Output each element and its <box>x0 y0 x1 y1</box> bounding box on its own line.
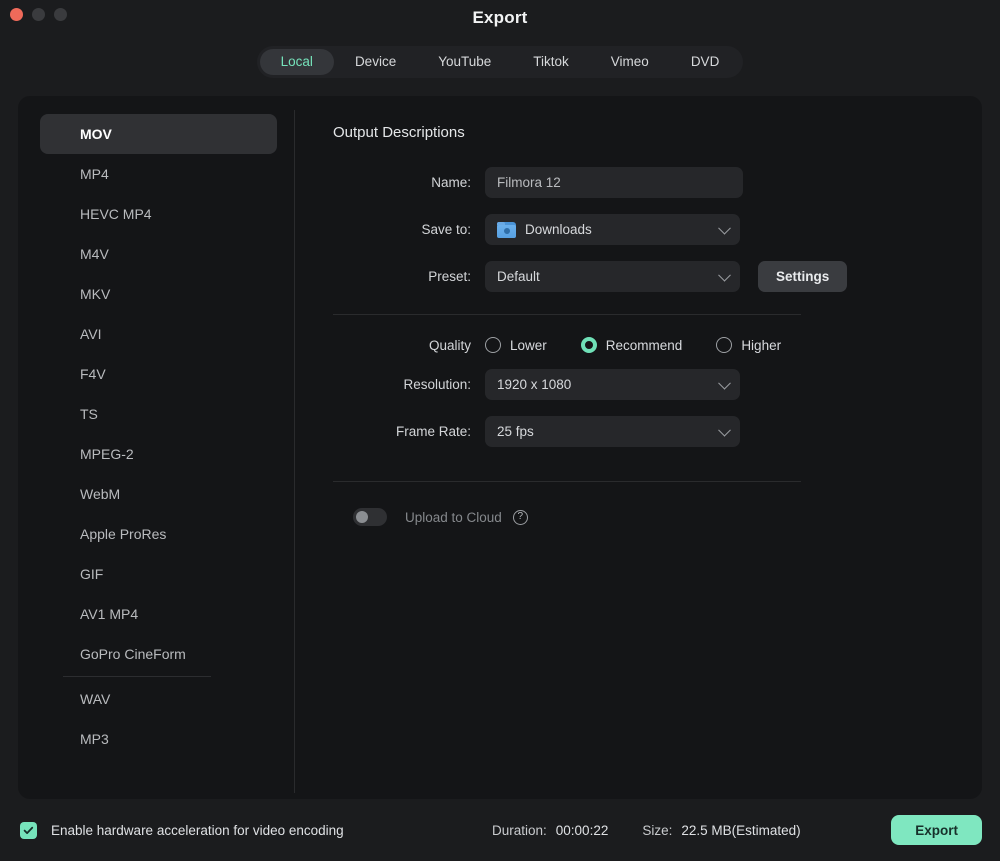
format-list: MOVMP4HEVC MP4M4VMKVAVIF4VTSMPEG-2WebMAp… <box>18 96 295 799</box>
format-item-gif[interactable]: GIF <box>40 554 277 594</box>
label-frame-rate: Frame Rate: <box>333 424 485 439</box>
label-quality: Quality <box>333 338 485 353</box>
radio-icon <box>716 337 732 353</box>
row-preset: Preset: Default Settings <box>333 261 982 292</box>
folder-icon <box>497 222 516 238</box>
format-item-mp4[interactable]: MP4 <box>40 154 277 194</box>
label-upload-to-cloud: Upload to Cloud <box>405 510 502 525</box>
traffic-light-controls <box>10 8 67 21</box>
duration-stat: Duration: 00:00:22 <box>492 823 608 838</box>
format-list-separator <box>63 676 211 677</box>
format-item-mov[interactable]: MOV <box>40 114 277 154</box>
format-item-ts[interactable]: TS <box>40 394 277 434</box>
titlebar: Export <box>0 0 1000 36</box>
preset-select[interactable]: Default <box>485 261 740 292</box>
duration-value: 00:00:22 <box>556 823 609 838</box>
resolution-value: 1920 x 1080 <box>497 377 571 392</box>
upload-to-cloud-toggle[interactable] <box>353 508 387 526</box>
format-item-m4v[interactable]: M4V <box>40 234 277 274</box>
name-input[interactable]: Filmora 12 <box>485 167 743 198</box>
resolution-select[interactable]: 1920 x 1080 <box>485 369 740 400</box>
label-name: Name: <box>333 175 485 190</box>
size-stat: Size: 22.5 MB(Estimated) <box>642 823 800 838</box>
duration-label: Duration: <box>492 823 547 838</box>
frame-rate-select[interactable]: 25 fps <box>485 416 740 447</box>
format-item-gopro-cineform[interactable]: GoPro CineForm <box>40 634 277 674</box>
section-title-output-descriptions: Output Descriptions <box>333 124 982 141</box>
chevron-down-icon <box>718 268 731 281</box>
chevron-down-icon <box>718 423 731 436</box>
window-title: Export <box>472 8 527 28</box>
tab-tiktok[interactable]: Tiktok <box>512 49 590 75</box>
tab-local[interactable]: Local <box>260 49 334 75</box>
row-resolution: Resolution: 1920 x 1080 <box>333 369 982 400</box>
row-save-to: Save to: Downloads <box>333 214 982 245</box>
quality-option-lower[interactable]: Lower <box>485 337 547 353</box>
hardware-acceleration-checkbox[interactable] <box>20 822 37 839</box>
format-item-mpeg-2[interactable]: MPEG-2 <box>40 434 277 474</box>
size-label: Size: <box>642 823 672 838</box>
format-item-av1-mp4[interactable]: AV1 MP4 <box>40 594 277 634</box>
tab-vimeo[interactable]: Vimeo <box>590 49 670 75</box>
format-item-avi[interactable]: AVI <box>40 314 277 354</box>
row-upload-to-cloud: Upload to Cloud ? <box>333 508 982 526</box>
help-icon[interactable]: ? <box>513 510 528 525</box>
quality-option-higher[interactable]: Higher <box>716 337 781 353</box>
quality-radio-group: Lower Recommend Higher <box>485 337 815 353</box>
zoom-button-icon[interactable] <box>54 8 67 21</box>
quality-option-label: Lower <box>510 338 547 353</box>
minimize-button-icon[interactable] <box>32 8 45 21</box>
row-name: Name: Filmora 12 <box>333 167 982 198</box>
toggle-knob <box>356 511 368 523</box>
footer-bar: Enable hardware acceleration for video e… <box>0 799 1000 861</box>
quality-option-label: Higher <box>741 338 781 353</box>
export-dialog-window: Export LocalDeviceYouTubeTiktokVimeoDVD … <box>0 0 1000 861</box>
format-item-webm[interactable]: WebM <box>40 474 277 514</box>
tab-youtube[interactable]: YouTube <box>417 49 512 75</box>
size-value: 22.5 MB(Estimated) <box>681 823 800 838</box>
export-button[interactable]: Export <box>891 815 982 845</box>
hardware-acceleration-label: Enable hardware acceleration for video e… <box>51 823 344 838</box>
format-item-hevc-mp4[interactable]: HEVC MP4 <box>40 194 277 234</box>
radio-icon <box>581 337 597 353</box>
row-quality: Quality Lower Recommend Higher <box>333 337 982 353</box>
tabbar-container: LocalDeviceYouTubeTiktokVimeoDVD <box>0 36 1000 88</box>
label-preset: Preset: <box>333 269 485 284</box>
output-settings-form: Output Descriptions Name: Filmora 12 Sav… <box>295 96 982 799</box>
label-resolution: Resolution: <box>333 377 485 392</box>
checkmark-icon <box>23 825 34 836</box>
tab-device[interactable]: Device <box>334 49 417 75</box>
format-item-wav[interactable]: WAV <box>40 679 277 719</box>
frame-rate-value: 25 fps <box>497 424 534 439</box>
horizontal-divider-bottom <box>333 481 801 482</box>
settings-button[interactable]: Settings <box>758 261 847 292</box>
chevron-down-icon <box>718 221 731 234</box>
save-to-select[interactable]: Downloads <box>485 214 740 245</box>
export-stats: Duration: 00:00:22 Size: 22.5 MB(Estimat… <box>492 823 801 838</box>
tab-dvd[interactable]: DVD <box>670 49 741 75</box>
format-item-mkv[interactable]: MKV <box>40 274 277 314</box>
quality-option-label: Recommend <box>606 338 683 353</box>
radio-icon <box>485 337 501 353</box>
close-button-icon[interactable] <box>10 8 23 21</box>
chevron-down-icon <box>718 376 731 389</box>
format-item-f4v[interactable]: F4V <box>40 354 277 394</box>
horizontal-divider-top <box>333 314 801 315</box>
preset-value: Default <box>497 269 540 284</box>
save-to-value: Downloads <box>525 222 592 237</box>
label-save-to: Save to: <box>333 222 485 237</box>
format-item-mp3[interactable]: MP3 <box>40 719 277 759</box>
quality-option-recommend[interactable]: Recommend <box>581 337 683 353</box>
row-frame-rate: Frame Rate: 25 fps <box>333 416 982 447</box>
format-item-apple-prores[interactable]: Apple ProRes <box>40 514 277 554</box>
tabbar: LocalDeviceYouTubeTiktokVimeoDVD <box>257 46 744 78</box>
main-panel: MOVMP4HEVC MP4M4VMKVAVIF4VTSMPEG-2WebMAp… <box>18 96 982 799</box>
